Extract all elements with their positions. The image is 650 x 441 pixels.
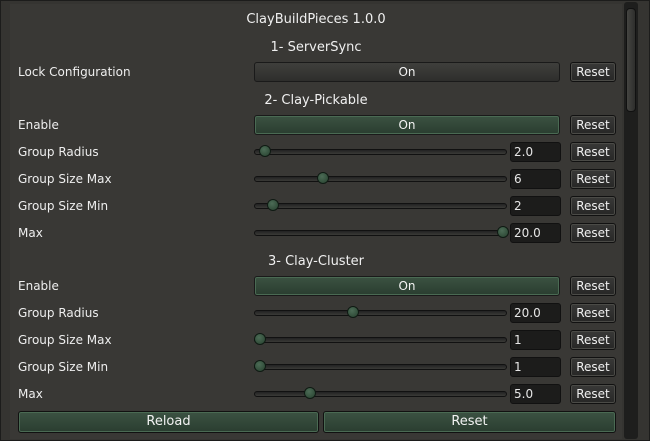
reset-button[interactable]: Reset [570,357,616,377]
toggle-button[interactable]: On [254,62,560,82]
reset-button[interactable]: Reset [570,169,616,189]
setting-label: Max [18,226,43,240]
reset-button[interactable]: Reset [570,303,616,323]
slider-thumb[interactable] [316,172,329,184]
slider-track[interactable] [254,387,507,399]
value-input[interactable]: 20.0 [510,223,561,243]
setting-label: Group Size Max [18,172,112,186]
reset-button[interactable]: Reset [570,276,616,296]
setting-label: Enable [18,279,59,293]
slider-thumb[interactable] [266,199,279,211]
reset-button[interactable]: Reset [570,223,616,243]
value-input[interactable]: 20.0 [510,303,561,323]
setting-label: Group Size Max [18,333,112,347]
section-header: 2- Clay-Pickable [264,93,368,108]
window-title: ClayBuildPieces 1.0.0 [246,12,386,27]
section-header: 1- ServerSync [270,40,362,55]
value-input[interactable]: 2 [510,196,561,216]
setting-label: Group Size Min [18,199,109,213]
setting-label: Group Radius [18,145,99,159]
slider-track[interactable] [254,226,510,238]
slider-track[interactable] [254,172,507,184]
setting-label: Enable [18,118,59,132]
reset-button[interactable]: Reset [570,142,616,162]
slider-thumb[interactable] [254,360,267,372]
value-input[interactable]: 1 [510,330,561,350]
reset-button[interactable]: Reset [570,196,616,216]
setting-label: Group Radius [18,306,99,320]
slider-track[interactable] [254,333,507,345]
vertical-scrollbar[interactable] [624,2,638,439]
value-input[interactable]: 6 [510,169,561,189]
setting-label: Lock Configuration [18,65,131,79]
value-input[interactable]: 1 [510,357,561,377]
value-input[interactable]: 5.0 [510,384,561,404]
slider-track[interactable] [254,199,507,211]
slider-track[interactable] [254,145,507,157]
setting-label: Group Size Min [18,360,109,374]
value-input[interactable]: 2.0 [510,142,561,162]
slider-track[interactable] [254,360,507,372]
section-header: 3- Clay-Cluster [267,254,365,269]
scrollbar-thumb[interactable] [626,8,636,112]
slider-thumb[interactable] [254,333,267,345]
reset-button[interactable]: Reset [570,115,616,135]
reset-button[interactable]: Reset [570,330,616,350]
toggle-button[interactable]: On [254,276,560,296]
reset-all-button[interactable]: Reset [323,411,616,433]
reset-button[interactable]: Reset [570,384,616,404]
reset-button[interactable]: Reset [570,62,616,82]
slider-thumb[interactable] [259,145,272,157]
slider-track[interactable] [254,306,507,318]
toggle-button[interactable]: On [254,115,560,135]
slider-thumb[interactable] [346,306,359,318]
setting-label: Max [18,387,43,401]
reload-button[interactable]: Reload [18,411,319,433]
